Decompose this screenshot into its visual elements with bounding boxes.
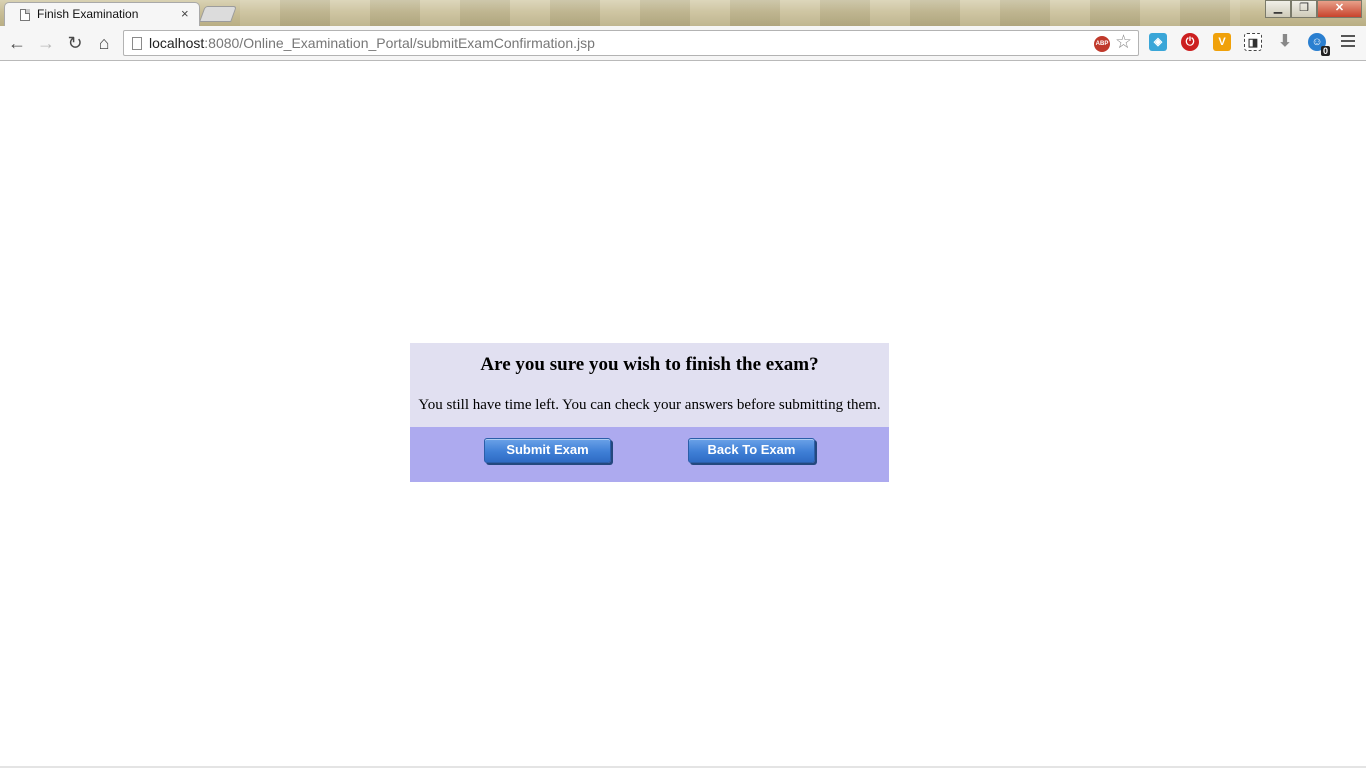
tab-title: Finish Examination	[37, 7, 139, 21]
page-favicon-icon	[20, 9, 30, 21]
extension-face-icon[interactable]: ☺ 0	[1308, 33, 1330, 56]
extension-diamond-icon[interactable]: ◈	[1149, 33, 1167, 51]
close-window-button[interactable]: ✕	[1317, 0, 1362, 18]
back-to-exam-button[interactable]: Back To Exam	[688, 438, 815, 463]
new-tab-button[interactable]	[199, 6, 237, 22]
tab-close-icon[interactable]: ×	[181, 6, 189, 22]
address-bar[interactable]: localhost:8080/Online_Examination_Portal…	[123, 30, 1139, 56]
url-host: localhost	[149, 35, 205, 51]
submit-exam-button[interactable]: Submit Exam	[484, 438, 611, 463]
tab-strip: Finish Examination × ▁ ❐ ✕	[0, 0, 1366, 26]
window-controls: ▁ ❐ ✕	[1265, 0, 1362, 18]
maximize-button[interactable]: ❐	[1291, 0, 1317, 18]
extension-screenshot-icon[interactable]: ◨	[1244, 33, 1262, 51]
reload-button[interactable]: ↻	[64, 32, 86, 54]
home-button[interactable]: ⌂	[93, 32, 115, 54]
adblock-icon[interactable]: ABP	[1094, 36, 1110, 52]
browser-menu-icon[interactable]	[1340, 33, 1356, 49]
extension-v-icon[interactable]: V	[1213, 33, 1231, 51]
extension-badge: 0	[1320, 46, 1330, 56]
url-path: :8080/Online_Examination_Portal/submitEx…	[204, 35, 595, 51]
bookmark-star-icon[interactable]: ☆	[1115, 32, 1132, 54]
extension-download-icon[interactable]: ⬇	[1276, 33, 1294, 51]
dialog-message-area: Are you sure you wish to finish the exam…	[410, 343, 889, 427]
tab-finish-examination[interactable]: Finish Examination ×	[4, 2, 200, 26]
url-text[interactable]: localhost:8080/Online_Examination_Portal…	[149, 35, 595, 51]
finish-exam-dialog: Are you sure you wish to finish the exam…	[410, 343, 889, 482]
extension-power-icon[interactable]: ⏻	[1181, 33, 1199, 51]
dialog-button-bar: Submit Exam Back To Exam	[410, 427, 889, 482]
back-button[interactable]: ←	[6, 32, 28, 54]
page-icon	[132, 37, 142, 50]
dialog-heading: Are you sure you wish to finish the exam…	[480, 354, 819, 375]
minimize-button[interactable]: ▁	[1265, 0, 1291, 18]
dialog-message: You still have time left. You can check …	[418, 397, 881, 413]
forward-button[interactable]: →	[35, 32, 57, 54]
